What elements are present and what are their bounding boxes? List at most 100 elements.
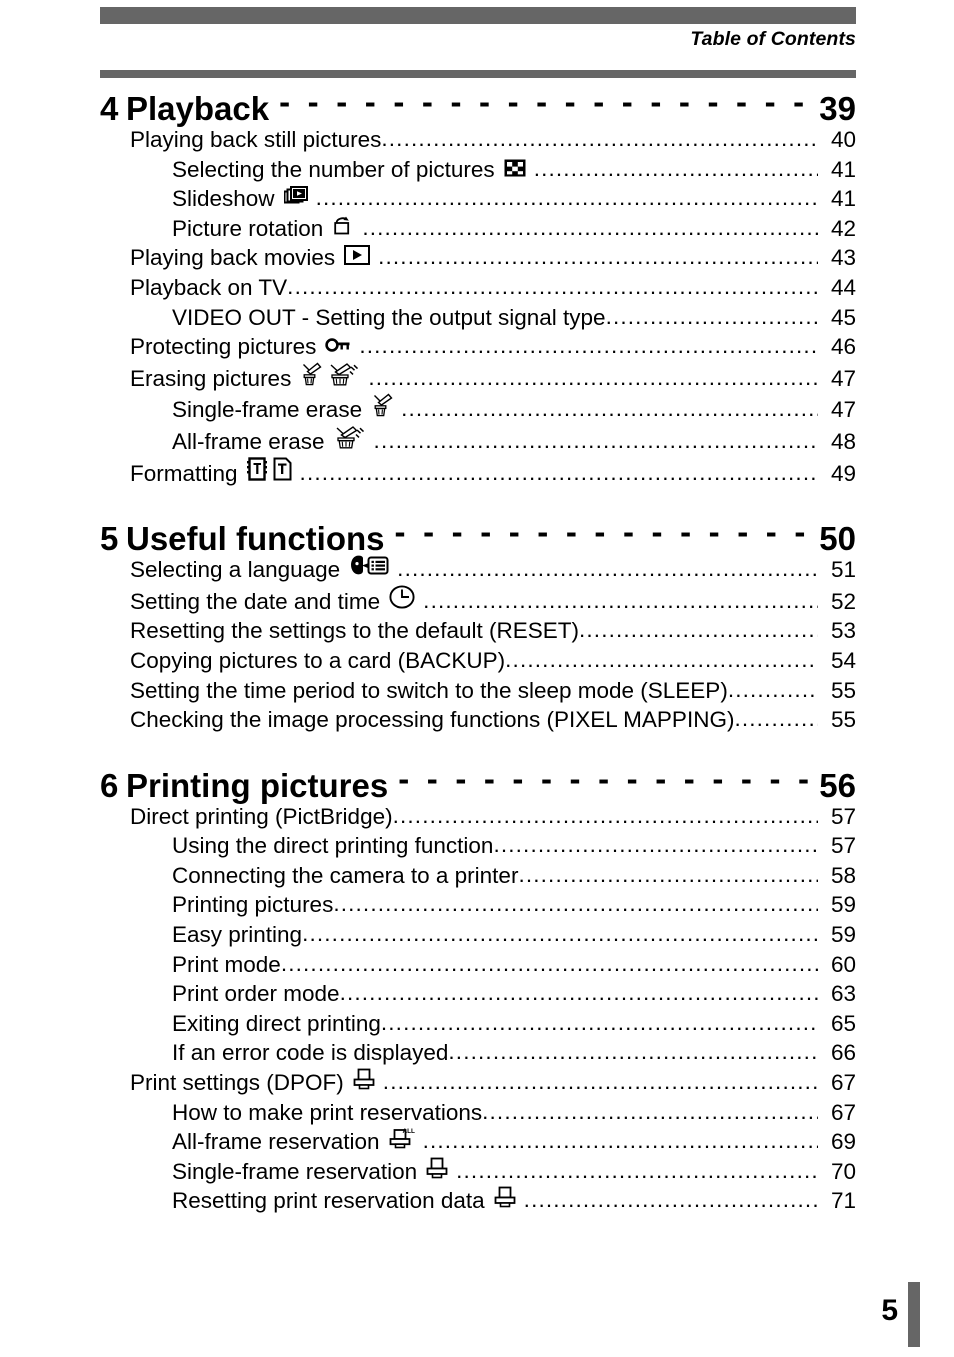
toc-entry[interactable]: Using the direct printing function......… — [100, 831, 856, 861]
toc-entry[interactable]: Resetting print reservation data........… — [100, 1186, 856, 1216]
toc-dot-leader: ........................................… — [727, 676, 818, 702]
toc-entry-label: Playing back still pictures — [130, 127, 382, 152]
toc-entry-label: Selecting the number of pictures — [172, 156, 495, 182]
toc-entry-page-number: 41 — [830, 186, 856, 212]
toc-entry[interactable]: Single-frame erase......................… — [100, 393, 856, 425]
toc-entry-label: Copying pictures to a card (BACKUP) — [130, 647, 506, 673]
toc-entry[interactable]: Connecting the camera to a printer......… — [100, 861, 856, 891]
toc-dot-leader: ........................................… — [423, 587, 818, 613]
toc-entry-page-number: 49 — [830, 460, 856, 486]
toc-entry-page-number: 58 — [830, 862, 856, 888]
toc-entry-page-number: 48 — [830, 428, 856, 454]
toc-entry[interactable]: Playing back movies.....................… — [100, 243, 856, 273]
toc-entry-page-number: 63 — [830, 981, 856, 1007]
toc-entry-label: Direct printing (PictBridge) — [130, 803, 393, 829]
toc-dot-leader: ........................................… — [456, 1157, 818, 1183]
toc-entry-page-number: 53 — [830, 618, 856, 644]
toc-entry[interactable]: Easy printing...........................… — [100, 920, 856, 950]
movie-play-icon — [344, 245, 371, 266]
single-erase-icon — [300, 362, 322, 386]
toc-dot-leader: ........................................… — [448, 1039, 818, 1065]
toc-entry[interactable]: All-frame reservation ALL................… — [100, 1127, 856, 1157]
chapter-heading[interactable]: 4 Playback - - - - - - - - - - - - - - - -… — [100, 85, 856, 127]
toc-entry[interactable]: VIDEO OUT - Setting the output signal ty… — [100, 303, 856, 333]
toc-entry-label: Print order mode — [172, 981, 340, 1007]
key-protect-icon — [325, 336, 351, 354]
toc-entry[interactable]: Print settings (DPOF)...................… — [100, 1068, 856, 1098]
toc-dot-leader: ........................................… — [315, 185, 818, 211]
toc-entry-page-number: 42 — [830, 215, 856, 241]
footer-page-number: 5 — [881, 1294, 898, 1327]
all-erase-icon — [328, 362, 360, 386]
toc-entry-label: Formatting — [130, 460, 238, 486]
toc-entry-label: All-frame reservation — [172, 1129, 380, 1155]
chapter-heading[interactable]: 6 Printing pictures - - - - - - - - - - - … — [100, 762, 856, 804]
toc-entry-page-number: 69 — [830, 1129, 856, 1155]
toc-entry-page-number: 70 — [830, 1158, 856, 1184]
toc-entry[interactable]: Setting the date and time...............… — [100, 585, 856, 617]
toc-entry-page-number: 67 — [830, 1070, 856, 1096]
all-erase-icon — [334, 425, 366, 449]
toc-entry-page-number: 47 — [830, 365, 856, 391]
toc-entry-page-number: 59 — [830, 892, 856, 918]
toc-entry-label: If an error code is displayed — [172, 1040, 449, 1066]
toc-entry[interactable]: Playback on TV..........................… — [100, 273, 856, 303]
toc-entry-label: Erasing pictures — [130, 365, 292, 391]
toc-entry[interactable]: Picture rotation........................… — [100, 214, 856, 244]
toc-entry-label: Print settings (DPOF) — [130, 1070, 344, 1096]
toc-entry[interactable]: Formatting..............................… — [100, 456, 856, 489]
chapter-number: 5 — [100, 520, 119, 558]
toc-entry[interactable]: Checking the image processing functions … — [100, 705, 856, 735]
toc-entry[interactable]: Erasing pictures........................… — [100, 362, 856, 394]
toc-entry[interactable]: Exiting direct printing.................… — [100, 1009, 856, 1039]
toc-entry-page-number: 65 — [830, 1010, 856, 1036]
toc-dot-leader: ........................................… — [605, 303, 818, 329]
toc-entry[interactable]: Selecting a language....................… — [100, 555, 856, 585]
table-of-contents: 4 Playback - - - - - - - - - - - - - - - -… — [100, 85, 856, 1216]
toc-entry-page-number: 59 — [830, 922, 856, 948]
toc-entry[interactable]: Protecting pictures.....................… — [100, 332, 856, 362]
toc-entry[interactable]: Setting the time period to switch to the… — [100, 676, 856, 706]
chapter-heading[interactable]: 5 Useful functions - - - - - - - - - - - -… — [100, 515, 856, 558]
toc-dot-leader: ........................................… — [299, 459, 818, 485]
toc-entry-label: Using the direct printing function — [172, 833, 494, 859]
toc-dot-leader: ........................................… — [578, 617, 818, 643]
toc-entry[interactable]: Selecting the number of pictures........… — [100, 155, 856, 185]
toc-entry-label: Printing pictures — [172, 892, 334, 918]
toc-entry-label: Setting the date and time — [130, 588, 381, 614]
toc-entry-label: Protecting pictures — [130, 334, 317, 360]
toc-entry[interactable]: Single-frame reservation................… — [100, 1157, 856, 1187]
print-reserve-icon — [426, 1157, 448, 1179]
toc-entry-page-number: 55 — [830, 707, 856, 733]
toc-entry-label: How to make print reservations — [172, 1099, 483, 1125]
chapter-page-number: 56 — [819, 766, 856, 804]
header-top-bar — [100, 7, 856, 24]
print-reserve-all-icon: ALL — [389, 1127, 415, 1149]
slideshow-icon — [283, 186, 308, 206]
toc-entry[interactable]: Direct printing (PictBridge)............… — [100, 802, 856, 832]
toc-entry[interactable]: Slideshow...............................… — [100, 184, 856, 214]
toc-entry-page-number: 57 — [830, 833, 856, 859]
toc-entry[interactable]: Playing back still pictures.............… — [100, 125, 856, 155]
toc-entry-page-number: 52 — [830, 588, 856, 614]
toc-entry-page-number: 44 — [830, 274, 856, 300]
toc-entry[interactable]: How to make print reservations..........… — [100, 1098, 856, 1128]
toc-entry[interactable]: Printing pictures.......................… — [100, 890, 856, 920]
toc-entry-page-number: 71 — [830, 1188, 856, 1214]
chapter-number: 4 — [100, 90, 119, 127]
toc-entry[interactable]: All-frame erase.........................… — [100, 425, 856, 457]
toc-dot-leader: ........................................… — [482, 1098, 818, 1124]
toc-entry[interactable]: Resetting the settings to the default (R… — [100, 616, 856, 646]
toc-dot-leader: ........................................… — [401, 396, 818, 422]
toc-entry-page-number: 43 — [830, 245, 856, 271]
chapter-title: Printing pictures — [126, 766, 389, 804]
toc-dot-leader: ........................................… — [493, 832, 818, 858]
toc-entry[interactable]: Copying pictures to a card (BACKUP).....… — [100, 646, 856, 676]
toc-entry[interactable]: Print mode..............................… — [100, 950, 856, 980]
toc-dot-leader: ........................................… — [523, 1187, 818, 1213]
toc-entry[interactable]: Print order mode........................… — [100, 979, 856, 1009]
chapter-page-number: 39 — [819, 90, 856, 127]
toc-entry-page-number: 54 — [830, 647, 856, 673]
toc-entry[interactable]: If an error code is displayed...........… — [100, 1038, 856, 1068]
toc-entry-page-number: 51 — [830, 557, 856, 583]
